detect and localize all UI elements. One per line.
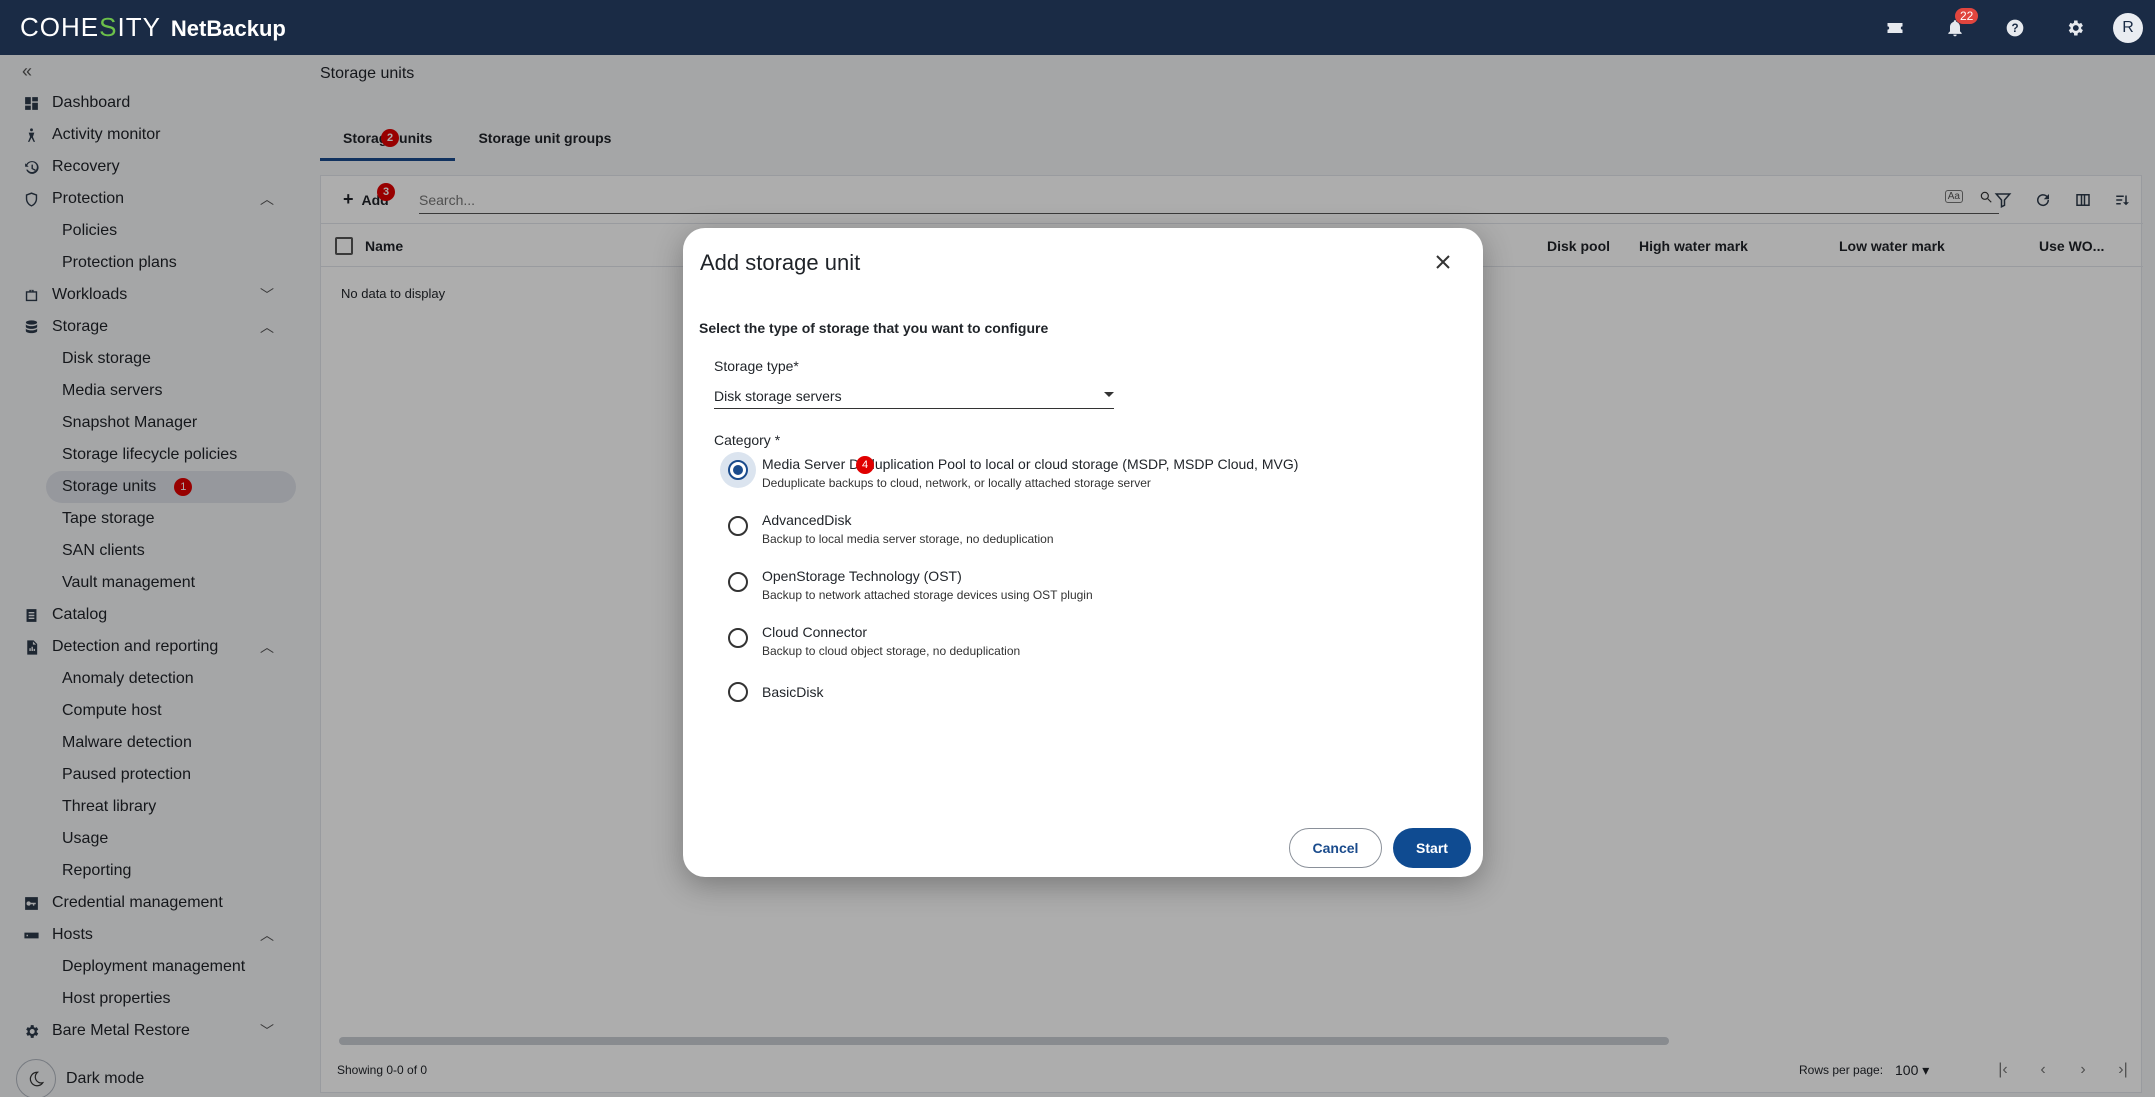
radio-button[interactable] [728, 460, 748, 480]
category-option-cloud-connector[interactable]: Cloud Connector Backup to cloud object s… [714, 622, 1454, 668]
radio-button[interactable] [728, 572, 748, 592]
brand-logo: COHESITY NetBackup [20, 12, 286, 42]
cancel-button[interactable]: Cancel [1289, 828, 1382, 868]
step-badge: 4 [856, 456, 874, 474]
product-name: NetBackup [170, 16, 286, 41]
start-button[interactable]: Start [1393, 828, 1471, 868]
dialog-subtitle: Select the type of storage that you want… [699, 320, 1049, 336]
dropdown-caret-icon [1104, 392, 1114, 397]
close-icon[interactable] [1431, 250, 1455, 274]
notification-count-badge: 22 [1955, 8, 1979, 24]
announcement-icon[interactable] [1865, 0, 1925, 55]
category-option-basicdisk[interactable]: BasicDisk [714, 678, 1454, 724]
category-option-msdp[interactable]: Media Server Deduplication Pool to local… [714, 454, 1454, 500]
radio-button[interactable] [728, 682, 748, 702]
top-bar: COHESITY NetBackup 22 ? R [0, 0, 2155, 55]
radio-button[interactable] [728, 628, 748, 648]
help-icon[interactable]: ? [1985, 0, 2045, 55]
storage-type-label: Storage type* [714, 358, 799, 374]
user-avatar[interactable]: R [2113, 12, 2143, 43]
radio-button[interactable] [728, 516, 748, 536]
category-label: Category * [714, 432, 781, 448]
svg-text:?: ? [2011, 22, 2018, 35]
add-storage-unit-dialog: Add storage unit Select the type of stor… [683, 228, 1483, 877]
category-option-ost[interactable]: OpenStorage Technology (OST) Backup to n… [714, 566, 1454, 612]
storage-type-select[interactable]: Disk storage servers [714, 383, 1114, 409]
dialog-title: Add storage unit [700, 250, 861, 275]
notifications-bell-icon[interactable]: 22 [1925, 0, 1985, 55]
category-option-advanceddisk[interactable]: AdvancedDisk Backup to local media serve… [714, 510, 1454, 556]
settings-gear-icon[interactable] [2045, 0, 2105, 55]
